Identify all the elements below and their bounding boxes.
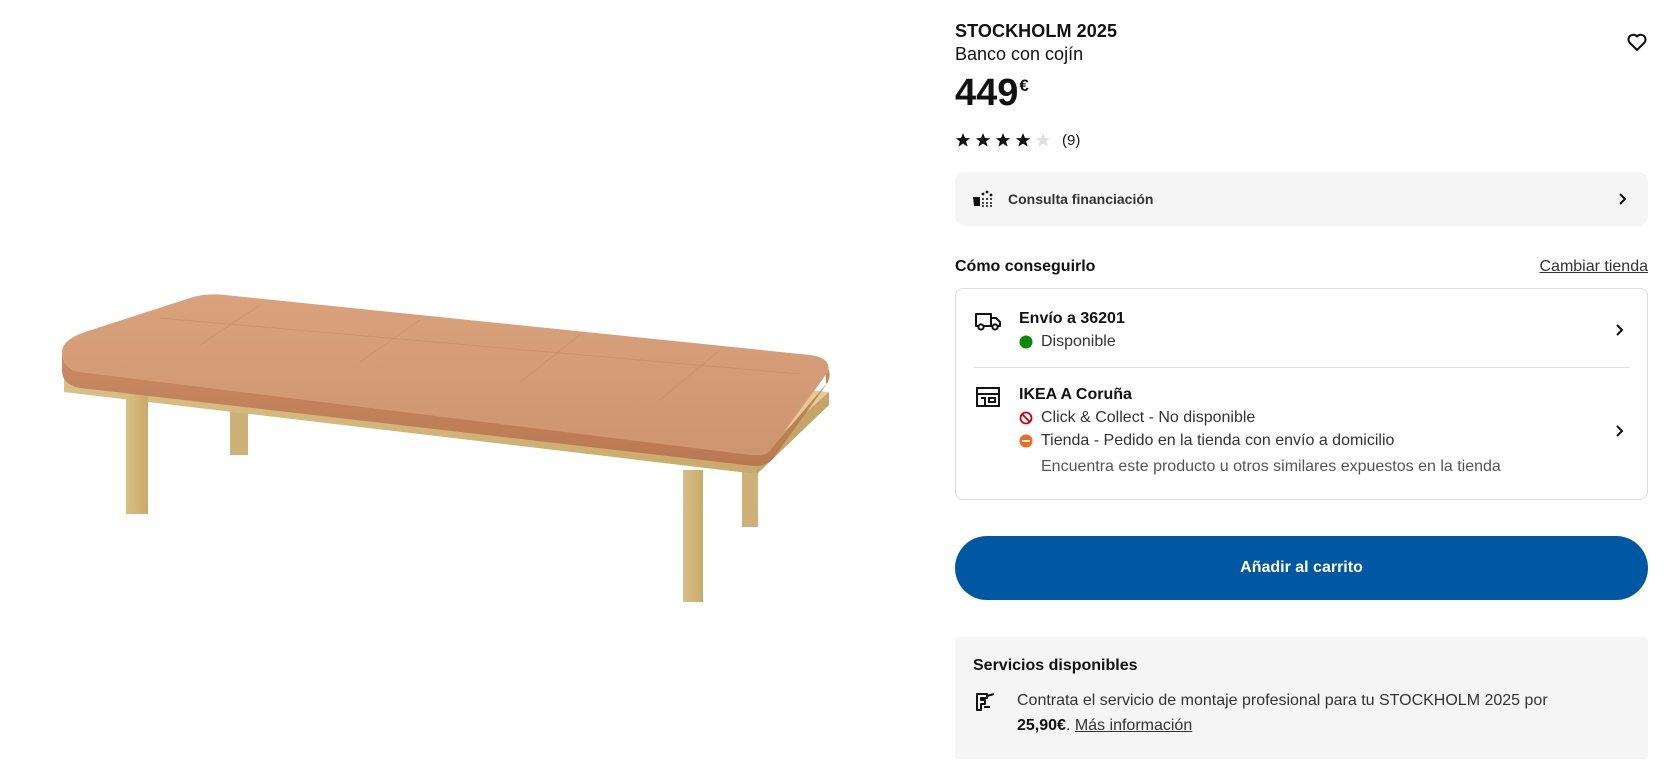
services-description: Contrata el servicio de montaje profesio…	[1017, 692, 1548, 709]
services-title: Servicios disponibles	[973, 657, 1138, 674]
store-note: Encuentra este producto u otros similare…	[1041, 458, 1501, 475]
store-order-status: Tienda - Pedido en la tienda con envío a…	[1019, 431, 1629, 451]
price-value: 449	[955, 72, 1019, 114]
finance-icon	[973, 190, 993, 207]
price-currency: €	[1019, 76, 1029, 95]
star-filled-icon	[1015, 133, 1031, 147]
delivery-title: Envío a 36201	[1019, 310, 1125, 327]
product-description: Banco con cojín	[955, 44, 1084, 64]
assembly-service: Contrata el servicio de montaje profesio…	[973, 688, 1630, 738]
store-option[interactable]: IKEA A Coruña Click & Collect - No dispo…	[956, 368, 1647, 499]
assembly-icon	[976, 693, 995, 711]
store-icon	[976, 387, 1000, 407]
delivery-status-text: Disponible	[1041, 333, 1116, 350]
store-order-text: Tienda - Pedido en la tienda con envío a…	[1041, 432, 1395, 449]
favorite-button[interactable]	[1625, 30, 1649, 54]
bench-illustration	[62, 294, 830, 602]
available-dot-icon	[1019, 335, 1033, 349]
finance-button[interactable]: Consulta financiación	[955, 172, 1648, 226]
click-collect-status: Click & Collect - No disponible	[1019, 408, 1629, 428]
availability-header: Cómo conseguirlo Cambiar tienda	[955, 256, 1648, 278]
availability-box: Envío a 36201 Disponible IKEA A Coruña C…	[955, 288, 1648, 500]
product-price: 449 €	[955, 72, 1648, 114]
product-panel: STOCKHOLM 2025 Banco con cojín 449 € (9) …	[955, 20, 1648, 759]
rating-stars	[955, 132, 1051, 148]
chevron-right-icon	[1616, 324, 1624, 336]
partial-availability-icon	[1019, 434, 1033, 448]
rating-count: (9)	[1062, 131, 1081, 149]
rating[interactable]: (9)	[955, 130, 1648, 150]
truck-icon	[975, 313, 1001, 331]
availability-title: Cómo conseguirlo	[955, 258, 1096, 275]
chevron-right-icon	[1619, 193, 1627, 205]
add-to-cart-button[interactable]: Añadir al carrito	[955, 536, 1648, 600]
star-filled-icon	[955, 133, 971, 147]
finance-label: Consulta financiación	[1008, 191, 1154, 207]
services-separator: .	[1065, 717, 1071, 734]
heart-icon	[1627, 33, 1647, 51]
product-name: STOCKHOLM 2025	[955, 21, 1118, 41]
star-filled-icon	[975, 133, 991, 147]
click-collect-text: Click & Collect - No disponible	[1041, 409, 1256, 426]
change-store-link[interactable]: Cambiar tienda	[1540, 258, 1649, 276]
unavailable-icon	[1019, 411, 1033, 425]
more-info-link[interactable]: Más información	[1075, 717, 1192, 734]
store-title: IKEA A Coruña	[1019, 386, 1132, 403]
services-text: Contrata el servicio de montaje profesio…	[1017, 688, 1548, 738]
star-filled-icon	[995, 133, 1011, 147]
star-empty-icon	[1035, 133, 1051, 147]
delivery-option[interactable]: Envío a 36201 Disponible	[956, 289, 1647, 367]
chevron-right-icon	[1616, 425, 1624, 437]
delivery-status: Disponible	[1019, 332, 1629, 352]
services-price: 25,90€	[1017, 717, 1066, 734]
product-image[interactable]	[0, 0, 900, 773]
services-panel: Servicios disponibles Contrata el servic…	[955, 637, 1648, 759]
